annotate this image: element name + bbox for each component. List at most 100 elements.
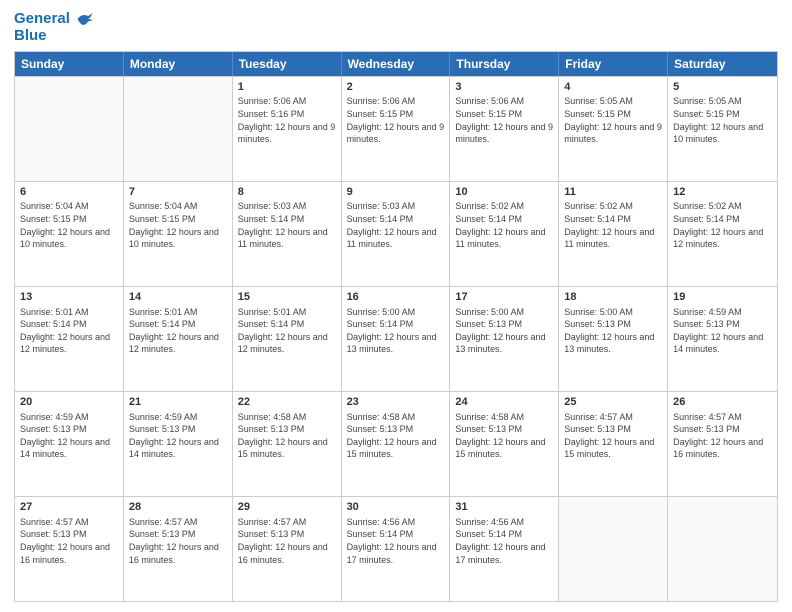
page: General Blue SundayMondayTuesdayWednesda… [0, 0, 792, 612]
day-cell-27: 27Sunrise: 4:57 AM Sunset: 5:13 PM Dayli… [15, 497, 124, 601]
logo-bird-icon [76, 10, 94, 28]
week-row-1: 1Sunrise: 5:06 AM Sunset: 5:16 PM Daylig… [15, 76, 777, 181]
empty-cell [559, 497, 668, 601]
calendar-header: SundayMondayTuesdayWednesdayThursdayFrid… [15, 52, 777, 76]
week-row-2: 6Sunrise: 5:04 AM Sunset: 5:15 PM Daylig… [15, 181, 777, 286]
day-info: Sunrise: 5:01 AM Sunset: 5:14 PM Dayligh… [238, 306, 336, 356]
week-row-3: 13Sunrise: 5:01 AM Sunset: 5:14 PM Dayli… [15, 286, 777, 391]
day-cell-19: 19Sunrise: 4:59 AM Sunset: 5:13 PM Dayli… [668, 287, 777, 391]
day-cell-10: 10Sunrise: 5:02 AM Sunset: 5:14 PM Dayli… [450, 182, 559, 286]
day-cell-1: 1Sunrise: 5:06 AM Sunset: 5:16 PM Daylig… [233, 77, 342, 181]
day-cell-8: 8Sunrise: 5:03 AM Sunset: 5:14 PM Daylig… [233, 182, 342, 286]
day-number: 26 [673, 395, 772, 410]
day-cell-7: 7Sunrise: 5:04 AM Sunset: 5:15 PM Daylig… [124, 182, 233, 286]
day-number: 25 [564, 395, 662, 410]
day-cell-11: 11Sunrise: 5:02 AM Sunset: 5:14 PM Dayli… [559, 182, 668, 286]
empty-cell [668, 497, 777, 601]
day-cell-25: 25Sunrise: 4:57 AM Sunset: 5:13 PM Dayli… [559, 392, 668, 496]
day-number: 5 [673, 80, 772, 95]
logo: General Blue [14, 10, 94, 45]
day-number: 10 [455, 185, 553, 200]
day-info: Sunrise: 4:57 AM Sunset: 5:13 PM Dayligh… [673, 411, 772, 461]
day-number: 1 [238, 80, 336, 95]
day-cell-14: 14Sunrise: 5:01 AM Sunset: 5:14 PM Dayli… [124, 287, 233, 391]
day-cell-21: 21Sunrise: 4:59 AM Sunset: 5:13 PM Dayli… [124, 392, 233, 496]
day-info: Sunrise: 5:04 AM Sunset: 5:15 PM Dayligh… [20, 200, 118, 250]
day-info: Sunrise: 5:03 AM Sunset: 5:14 PM Dayligh… [347, 200, 445, 250]
day-number: 30 [347, 500, 445, 515]
day-info: Sunrise: 4:56 AM Sunset: 5:14 PM Dayligh… [455, 516, 553, 566]
day-info: Sunrise: 5:02 AM Sunset: 5:14 PM Dayligh… [455, 200, 553, 250]
calendar: SundayMondayTuesdayWednesdayThursdayFrid… [14, 51, 778, 603]
day-number: 3 [455, 80, 553, 95]
day-cell-9: 9Sunrise: 5:03 AM Sunset: 5:14 PM Daylig… [342, 182, 451, 286]
day-cell-31: 31Sunrise: 4:56 AM Sunset: 5:14 PM Dayli… [450, 497, 559, 601]
day-number: 12 [673, 185, 772, 200]
logo-blue: Blue [14, 28, 94, 45]
day-info: Sunrise: 5:06 AM Sunset: 5:16 PM Dayligh… [238, 95, 336, 145]
day-info: Sunrise: 5:04 AM Sunset: 5:15 PM Dayligh… [129, 200, 227, 250]
day-number: 18 [564, 290, 662, 305]
day-number: 20 [20, 395, 118, 410]
header: General Blue [14, 10, 778, 45]
day-cell-28: 28Sunrise: 4:57 AM Sunset: 5:13 PM Dayli… [124, 497, 233, 601]
day-info: Sunrise: 5:02 AM Sunset: 5:14 PM Dayligh… [564, 200, 662, 250]
week-row-5: 27Sunrise: 4:57 AM Sunset: 5:13 PM Dayli… [15, 496, 777, 601]
day-cell-30: 30Sunrise: 4:56 AM Sunset: 5:14 PM Dayli… [342, 497, 451, 601]
day-header-tuesday: Tuesday [233, 52, 342, 76]
day-cell-23: 23Sunrise: 4:58 AM Sunset: 5:13 PM Dayli… [342, 392, 451, 496]
day-number: 7 [129, 185, 227, 200]
day-number: 8 [238, 185, 336, 200]
day-cell-6: 6Sunrise: 5:04 AM Sunset: 5:15 PM Daylig… [15, 182, 124, 286]
day-info: Sunrise: 4:58 AM Sunset: 5:13 PM Dayligh… [347, 411, 445, 461]
day-number: 24 [455, 395, 553, 410]
day-number: 4 [564, 80, 662, 95]
day-number: 14 [129, 290, 227, 305]
logo-general: General [14, 10, 70, 27]
day-cell-16: 16Sunrise: 5:00 AM Sunset: 5:14 PM Dayli… [342, 287, 451, 391]
day-header-thursday: Thursday [450, 52, 559, 76]
day-header-wednesday: Wednesday [342, 52, 451, 76]
day-cell-18: 18Sunrise: 5:00 AM Sunset: 5:13 PM Dayli… [559, 287, 668, 391]
day-info: Sunrise: 5:05 AM Sunset: 5:15 PM Dayligh… [564, 95, 662, 145]
day-cell-29: 29Sunrise: 4:57 AM Sunset: 5:13 PM Dayli… [233, 497, 342, 601]
day-info: Sunrise: 5:01 AM Sunset: 5:14 PM Dayligh… [20, 306, 118, 356]
day-cell-17: 17Sunrise: 5:00 AM Sunset: 5:13 PM Dayli… [450, 287, 559, 391]
day-number: 23 [347, 395, 445, 410]
day-info: Sunrise: 4:58 AM Sunset: 5:13 PM Dayligh… [238, 411, 336, 461]
day-info: Sunrise: 5:06 AM Sunset: 5:15 PM Dayligh… [455, 95, 553, 145]
day-cell-26: 26Sunrise: 4:57 AM Sunset: 5:13 PM Dayli… [668, 392, 777, 496]
day-cell-15: 15Sunrise: 5:01 AM Sunset: 5:14 PM Dayli… [233, 287, 342, 391]
day-number: 28 [129, 500, 227, 515]
day-info: Sunrise: 4:57 AM Sunset: 5:13 PM Dayligh… [238, 516, 336, 566]
day-info: Sunrise: 5:00 AM Sunset: 5:13 PM Dayligh… [564, 306, 662, 356]
day-number: 6 [20, 185, 118, 200]
day-number: 31 [455, 500, 553, 515]
day-cell-12: 12Sunrise: 5:02 AM Sunset: 5:14 PM Dayli… [668, 182, 777, 286]
day-header-saturday: Saturday [668, 52, 777, 76]
day-info: Sunrise: 5:06 AM Sunset: 5:15 PM Dayligh… [347, 95, 445, 145]
day-cell-20: 20Sunrise: 4:59 AM Sunset: 5:13 PM Dayli… [15, 392, 124, 496]
day-number: 16 [347, 290, 445, 305]
day-info: Sunrise: 4:59 AM Sunset: 5:13 PM Dayligh… [20, 411, 118, 461]
empty-cell [124, 77, 233, 181]
day-info: Sunrise: 4:57 AM Sunset: 5:13 PM Dayligh… [20, 516, 118, 566]
day-number: 9 [347, 185, 445, 200]
day-number: 15 [238, 290, 336, 305]
day-cell-4: 4Sunrise: 5:05 AM Sunset: 5:15 PM Daylig… [559, 77, 668, 181]
day-info: Sunrise: 4:56 AM Sunset: 5:14 PM Dayligh… [347, 516, 445, 566]
day-header-monday: Monday [124, 52, 233, 76]
day-info: Sunrise: 4:58 AM Sunset: 5:13 PM Dayligh… [455, 411, 553, 461]
day-number: 22 [238, 395, 336, 410]
day-cell-5: 5Sunrise: 5:05 AM Sunset: 5:15 PM Daylig… [668, 77, 777, 181]
day-cell-2: 2Sunrise: 5:06 AM Sunset: 5:15 PM Daylig… [342, 77, 451, 181]
week-row-4: 20Sunrise: 4:59 AM Sunset: 5:13 PM Dayli… [15, 391, 777, 496]
calendar-body: 1Sunrise: 5:06 AM Sunset: 5:16 PM Daylig… [15, 76, 777, 602]
day-header-sunday: Sunday [15, 52, 124, 76]
day-header-friday: Friday [559, 52, 668, 76]
day-info: Sunrise: 5:00 AM Sunset: 5:14 PM Dayligh… [347, 306, 445, 356]
day-number: 29 [238, 500, 336, 515]
day-info: Sunrise: 4:59 AM Sunset: 5:13 PM Dayligh… [129, 411, 227, 461]
day-info: Sunrise: 5:01 AM Sunset: 5:14 PM Dayligh… [129, 306, 227, 356]
day-info: Sunrise: 4:57 AM Sunset: 5:13 PM Dayligh… [129, 516, 227, 566]
